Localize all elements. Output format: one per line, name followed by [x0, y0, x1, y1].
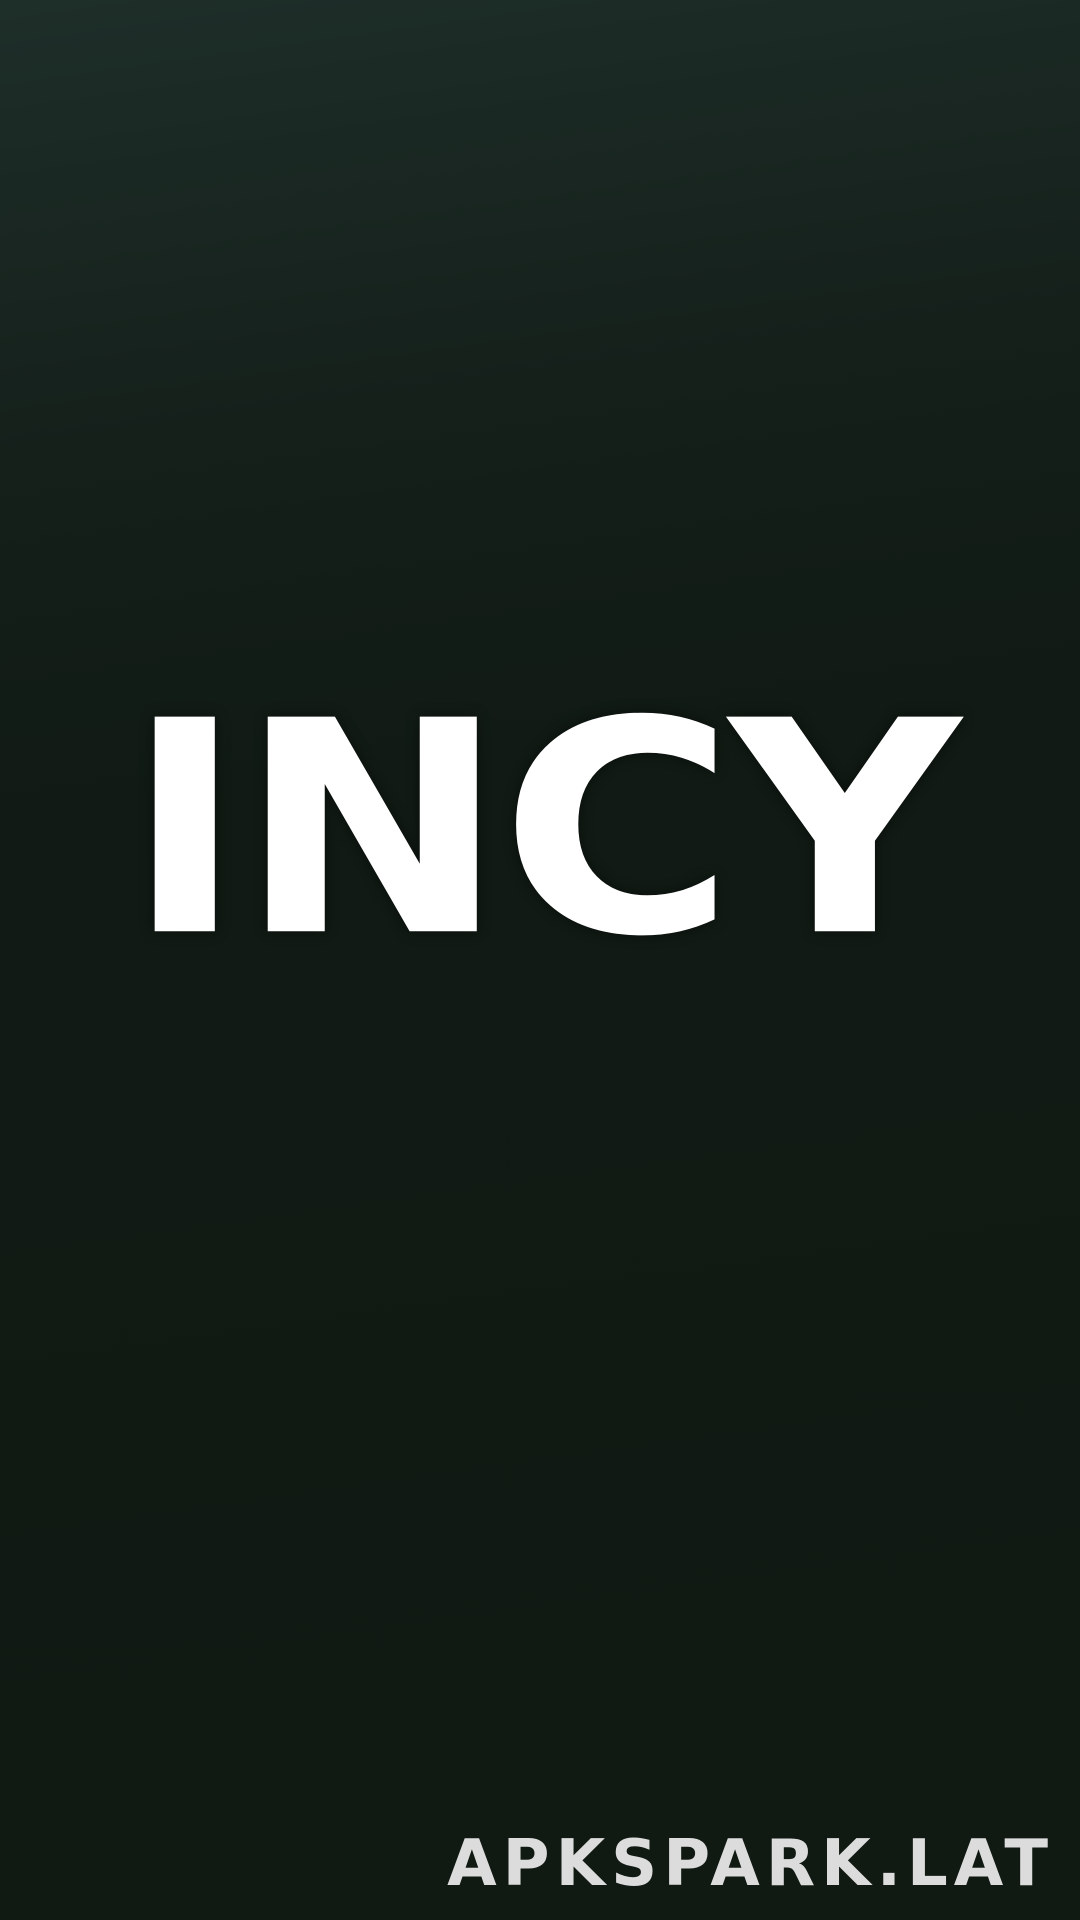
watermark-text: APKSPARK.LAT — [447, 1827, 1054, 1901]
splash-screen: INCY APKSPARK.LAT — [0, 0, 1080, 1920]
app-logo: INCY — [125, 658, 960, 1002]
